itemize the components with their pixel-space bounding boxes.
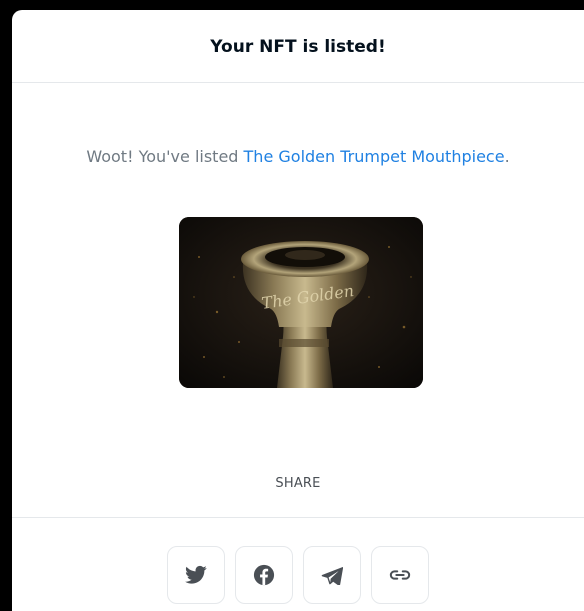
share-twitter-button[interactable] (167, 546, 225, 604)
share-buttons (12, 546, 584, 604)
telegram-icon (321, 567, 343, 585)
facebook-icon (253, 564, 275, 586)
modal-body: Woot! You've listed The Golden Trumpet M… (12, 83, 584, 518)
twitter-icon (185, 565, 207, 584)
message-suffix: . (504, 147, 510, 166)
trumpet-mouthpiece-image: The Golden (179, 217, 423, 388)
nft-name-link[interactable]: The Golden Trumpet Mouthpiece (244, 147, 505, 166)
modal-header: Your NFT is listed! (12, 10, 584, 83)
modal-title: Your NFT is listed! (210, 37, 386, 57)
message-prefix: Woot! You've listed (86, 147, 244, 166)
nft-image: The Golden (179, 217, 423, 388)
share-telegram-button[interactable] (303, 546, 361, 604)
link-icon (389, 570, 411, 580)
listing-success-modal: Your NFT is listed! Woot! You've listed … (12, 10, 584, 611)
copy-link-button[interactable] (371, 546, 429, 604)
share-label: SHARE (275, 476, 321, 491)
listing-message: Woot! You've listed The Golden Trumpet M… (12, 147, 584, 166)
share-facebook-button[interactable] (235, 546, 293, 604)
